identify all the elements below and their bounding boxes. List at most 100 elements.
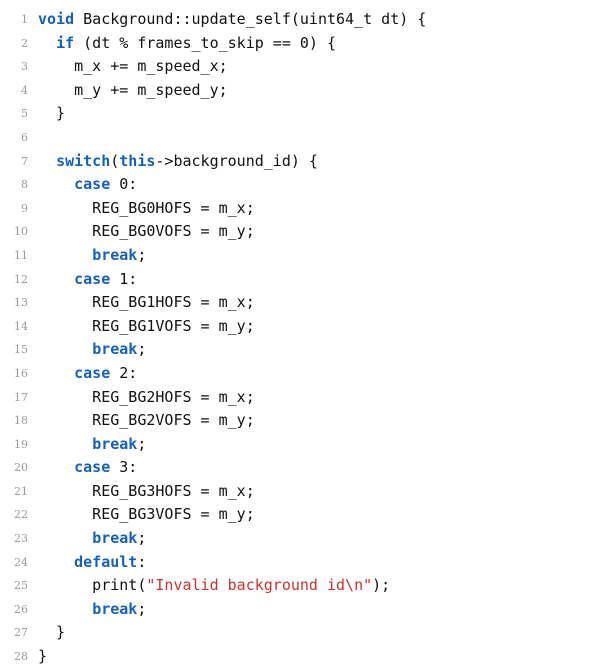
line-number: 9 xyxy=(21,201,28,215)
keyword-token: this xyxy=(119,151,156,170)
code-line: 20 case 3: xyxy=(0,456,595,480)
code-line: 16 case 2: xyxy=(0,362,595,386)
code-token: REG_BG2HOFS = m_x; xyxy=(38,387,255,406)
code-line: 25 print("Invalid background id\n"); xyxy=(0,574,595,598)
code-line: 12 case 1: xyxy=(0,268,595,292)
code-text: case 3: xyxy=(38,456,137,480)
line-number: 4 xyxy=(21,83,28,97)
code-line: 26 break; xyxy=(0,598,595,622)
code-line: 28} xyxy=(0,645,595,669)
code-text: REG_BG0VOFS = m_y; xyxy=(38,220,255,244)
keyword-token: void xyxy=(38,10,75,28)
code-line: 10 REG_BG0VOFS = m_y; xyxy=(0,220,595,244)
code-line: 8 case 0: xyxy=(0,173,595,197)
code-line: 18 REG_BG2VOFS = m_y; xyxy=(0,409,595,433)
code-token: m_y += m_speed_y; xyxy=(38,80,228,99)
line-number: 10 xyxy=(14,225,28,239)
code-line: 11 break; xyxy=(0,244,595,268)
code-text: if (dt % frames_to_skip == 0) { xyxy=(38,32,336,56)
code-line: 14 REG_BG1VOFS = m_y; xyxy=(0,315,595,339)
code-line: 7 switch(this->background_id) { xyxy=(0,150,595,174)
line-number: 3 xyxy=(21,60,28,74)
code-text: m_x += m_speed_x; xyxy=(38,55,228,79)
code-text: REG_BG1HOFS = m_x; xyxy=(38,291,255,315)
code-line: 1 void Background::update_self(uint64_t d… xyxy=(0,8,595,32)
code-line: 22 REG_BG3VOFS = m_y; xyxy=(0,503,595,527)
line-number: 2 xyxy=(21,36,28,50)
code-token: ; xyxy=(137,340,147,359)
keyword-token: case xyxy=(74,458,111,477)
line-number: 17 xyxy=(14,390,28,404)
line-number: 23 xyxy=(14,532,28,546)
line-number: 7 xyxy=(21,154,28,168)
code-token: REG_BG0HOFS = m_x; xyxy=(38,198,255,217)
code-text: } xyxy=(38,645,47,669)
code-token: ->background_id) { xyxy=(155,151,318,170)
code-text: case 0: xyxy=(38,173,137,197)
code-text: REG_BG2HOFS = m_x; xyxy=(38,386,255,410)
code-line: 19 break; xyxy=(0,433,595,457)
code-text: break; xyxy=(38,598,146,622)
line-number: 20 xyxy=(14,461,28,475)
code-token: ; xyxy=(137,245,147,264)
code-line: 21 REG_BG3HOFS = m_x; xyxy=(0,480,595,504)
code-token: ; xyxy=(137,529,147,548)
code-line: 4 m_y += m_speed_y; xyxy=(0,79,595,103)
code-token: ; xyxy=(137,599,147,618)
line-number: 14 xyxy=(14,319,28,333)
code-token: 1: xyxy=(110,269,138,288)
code-line: 3 m_x += m_speed_x; xyxy=(0,55,595,79)
code-token: } xyxy=(38,647,48,666)
keyword-token: if xyxy=(56,33,75,52)
code-token: 3: xyxy=(110,458,138,477)
code-text: } xyxy=(38,621,65,645)
code-text: default: xyxy=(38,551,146,575)
code-text: break; xyxy=(38,527,146,551)
keyword-token: break xyxy=(92,340,138,359)
line-number: 18 xyxy=(14,414,28,428)
code-text: case 2: xyxy=(38,362,137,386)
code-line: 9 REG_BG0HOFS = m_x; xyxy=(0,197,595,221)
line-number: 27 xyxy=(14,626,28,640)
code-line: 24 default: xyxy=(0,551,595,575)
line-number: 28 xyxy=(14,650,28,664)
code-line: 13 REG_BG1HOFS = m_x; xyxy=(0,291,595,315)
code-token: 0: xyxy=(110,175,138,194)
line-number: 21 xyxy=(14,484,28,498)
code-token: print( xyxy=(38,576,147,595)
code-text: break; xyxy=(38,433,146,457)
line-number: 24 xyxy=(14,555,28,569)
code-line: 27 } xyxy=(0,621,595,645)
code-token: REG_BG2VOFS = m_y; xyxy=(38,411,255,430)
keyword-token: break xyxy=(92,529,138,548)
line-number: 19 xyxy=(14,437,28,451)
code-token: REG_BG1VOFS = m_y; xyxy=(38,316,255,335)
line-number: 5 xyxy=(21,107,28,121)
keyword-token: case xyxy=(74,269,111,288)
line-number: 12 xyxy=(14,272,28,286)
code-line: 15 break; xyxy=(0,338,595,362)
code-token: REG_BG3HOFS = m_x; xyxy=(38,481,255,500)
code-text: case 1: xyxy=(38,268,137,292)
string-literal-token: "Invalid background id\n" xyxy=(146,576,373,595)
code-text: m_y += m_speed_y; xyxy=(38,79,228,103)
code-token: Background::update_self(uint64_t dt) { xyxy=(74,10,427,28)
code-token: (dt % frames_to_skip == 0) { xyxy=(74,33,337,52)
code-line: 6 xyxy=(0,126,595,150)
code-token: REG_BG1HOFS = m_x; xyxy=(38,293,255,312)
keyword-token: default xyxy=(74,552,138,571)
code-text: print("Invalid background id\n"); xyxy=(38,574,390,598)
line-number: 25 xyxy=(14,579,28,593)
code-text: switch(this->background_id) { xyxy=(38,150,318,174)
code-token: ( xyxy=(110,151,120,170)
